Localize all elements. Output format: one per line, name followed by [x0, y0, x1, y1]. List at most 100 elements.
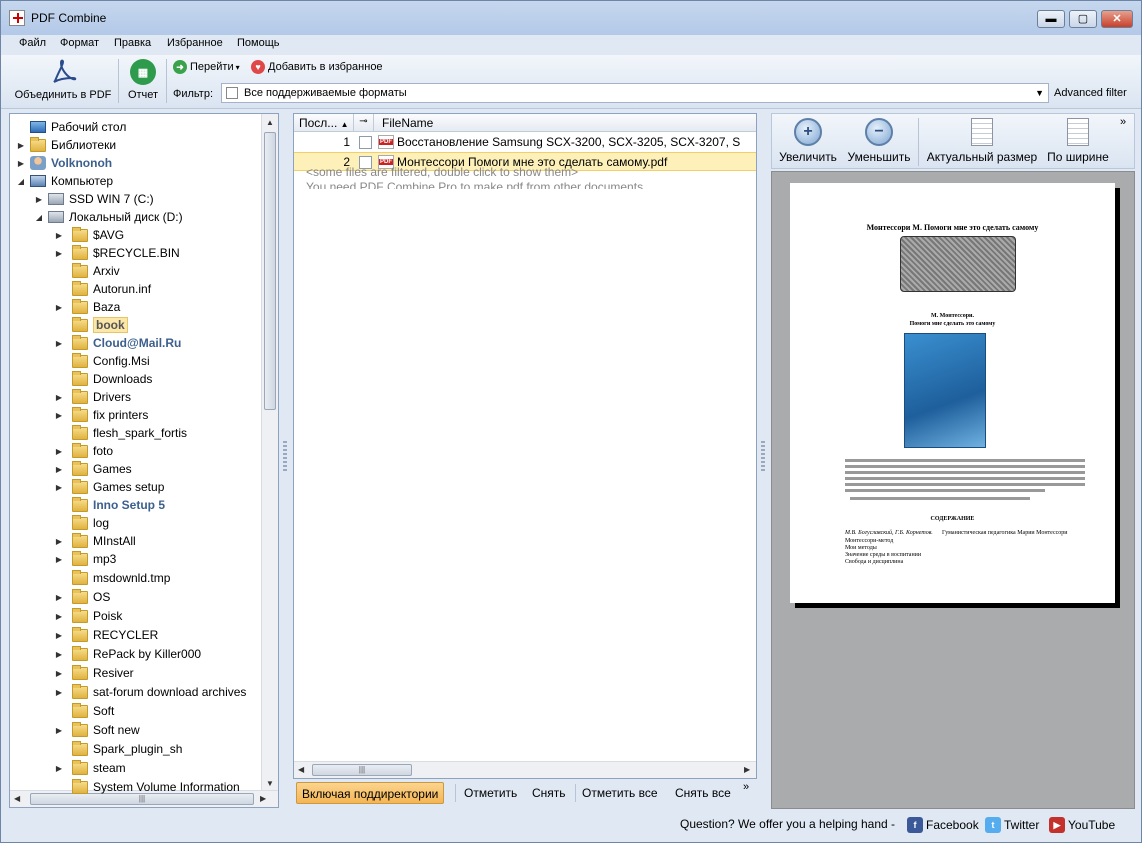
- mark-all-button[interactable]: Отметить все: [577, 782, 663, 804]
- column-filename-header[interactable]: FileName: [382, 116, 433, 130]
- more-chevron-icon[interactable]: »: [1120, 116, 1126, 128]
- folder-item[interactable]: ▶ fix printers: [54, 406, 148, 424]
- column-order-header[interactable]: Посл... ▲: [294, 114, 354, 132]
- tree-vertical-scrollbar[interactable]: ▲ ▼: [261, 114, 278, 790]
- scroll-thumb[interactable]: [264, 132, 276, 410]
- folder-item[interactable]: Soft: [54, 702, 114, 720]
- folder-item[interactable]: ▶ steam: [54, 759, 126, 777]
- add-favorite-button[interactable]: ♥ Добавить в избранное: [251, 60, 383, 74]
- folder-item[interactable]: ▶ Cloud@Mail.Ru: [54, 334, 181, 352]
- folder-item[interactable]: Config.Msi: [54, 352, 150, 370]
- include-subdirs-toggle[interactable]: Включая поддиректории: [296, 782, 445, 804]
- expand-arrow-icon[interactable]: ▶: [54, 764, 64, 773]
- expand-arrow-icon[interactable]: ▶: [54, 411, 64, 420]
- close-button[interactable]: ✕: [1101, 10, 1133, 28]
- left-splitter[interactable]: [283, 441, 287, 471]
- folder-item[interactable]: System Volume Information: [54, 778, 240, 796]
- expand-arrow-icon[interactable]: ▶: [54, 339, 64, 348]
- scroll-left-icon[interactable]: ◀: [298, 765, 304, 774]
- folder-item[interactable]: ▶ RECYCLER: [54, 626, 158, 644]
- expand-arrow-icon[interactable]: ◢: [16, 177, 26, 186]
- expand-arrow-icon[interactable]: ▶: [54, 249, 64, 258]
- expand-arrow-icon[interactable]: ▶: [54, 303, 64, 312]
- folder-item[interactable]: log: [54, 514, 109, 532]
- expand-arrow-icon[interactable]: ▶: [16, 159, 26, 168]
- maximize-button[interactable]: ▢: [1069, 10, 1097, 28]
- folder-item[interactable]: ▶ Baza: [54, 298, 120, 316]
- folder-item[interactable]: flesh_spark_fortis: [54, 424, 187, 442]
- list-horizontal-scrollbar[interactable]: ◀ ||| ▶: [294, 761, 756, 778]
- tree-item[interactable]: ◢ Компьютер: [16, 172, 113, 190]
- expand-arrow-icon[interactable]: ▶: [54, 688, 64, 697]
- file-list[interactable]: Посл... ▲ ⊸ FileName 1 Восстановление Sa…: [293, 113, 757, 779]
- filtered-files-note[interactable]: <some files are filtered, double click t…: [306, 165, 578, 179]
- scroll-right-icon[interactable]: ▶: [744, 765, 750, 774]
- folder-tree[interactable]: ▲ ▼ ◀ ||| ▶ Рабочий стол ▶ Библиотеки ▶ Volk…: [9, 113, 279, 808]
- expand-arrow-icon[interactable]: ▶: [34, 195, 44, 204]
- expand-arrow-icon[interactable]: ▶: [16, 141, 26, 150]
- zoom-in-button[interactable]: + Увеличить: [776, 118, 840, 164]
- folder-item[interactable]: ▶ $AVG: [54, 226, 124, 244]
- unmark-button[interactable]: Снять: [527, 782, 571, 804]
- folder-item[interactable]: Arxiv: [54, 262, 120, 280]
- expand-arrow-icon[interactable]: ▶: [54, 669, 64, 678]
- row-checkbox[interactable]: [359, 136, 372, 149]
- expand-arrow-icon[interactable]: ▶: [54, 631, 64, 640]
- menu-favorites[interactable]: Избранное: [165, 37, 225, 49]
- folder-item[interactable]: msdownld.tmp: [54, 569, 170, 587]
- scroll-thumb[interactable]: |||: [312, 764, 412, 776]
- folder-item[interactable]: ▶ foto: [54, 442, 113, 460]
- minimize-button[interactable]: ▬: [1037, 10, 1065, 28]
- expand-arrow-icon[interactable]: ▶: [54, 612, 64, 621]
- folder-item[interactable]: ▶ Games: [54, 460, 132, 478]
- scroll-down-icon[interactable]: ▼: [266, 779, 274, 788]
- menu-help[interactable]: Помощь: [235, 37, 282, 49]
- facebook-link[interactable]: f Facebook: [907, 817, 979, 833]
- tree-item[interactable]: Рабочий стол: [16, 118, 126, 136]
- scroll-right-icon[interactable]: ▶: [260, 794, 266, 803]
- folder-item[interactable]: ▶ Drivers: [54, 388, 131, 406]
- actual-size-button[interactable]: Актуальный размер: [924, 118, 1040, 164]
- folder-item[interactable]: Downloads: [54, 370, 152, 388]
- table-row[interactable]: 1 Восстановление Samsung SCX-3200, SCX-3…: [294, 133, 756, 152]
- folder-item[interactable]: ▶ MInstAll: [54, 532, 136, 550]
- folder-item[interactable]: ▶ sat-forum download archives: [54, 683, 246, 701]
- more-chevron-icon[interactable]: »: [743, 781, 749, 793]
- expand-arrow-icon[interactable]: ▶: [54, 650, 64, 659]
- expand-arrow-icon[interactable]: ▶: [54, 465, 64, 474]
- folder-item[interactable]: ▶ mp3: [54, 550, 116, 568]
- expand-arrow-icon[interactable]: ▶: [54, 393, 64, 402]
- folder-item[interactable]: Spark_plugin_sh: [54, 740, 182, 758]
- filter-select[interactable]: Все поддерживаемые форматы ▼: [221, 83, 1049, 103]
- tree-item[interactable]: ▶ Volknonoh: [16, 154, 112, 172]
- expand-arrow-icon[interactable]: ▶: [54, 726, 64, 735]
- expand-arrow-icon[interactable]: ◢: [34, 213, 44, 222]
- unmark-all-button[interactable]: Снять все: [670, 782, 736, 804]
- mark-button[interactable]: Отметить: [459, 782, 522, 804]
- preview-area[interactable]: Монтессори М. Помоги мне это сделать сам…: [771, 171, 1135, 809]
- column-pin-header[interactable]: ⊸: [354, 114, 374, 132]
- expand-arrow-icon[interactable]: ▶: [54, 593, 64, 602]
- folder-item[interactable]: ▶ Poisk: [54, 607, 122, 625]
- right-splitter[interactable]: [761, 441, 765, 471]
- folder-item[interactable]: Autorun.inf: [54, 280, 151, 298]
- folder-item[interactable]: book: [54, 316, 128, 334]
- folder-item[interactable]: ▶ OS: [54, 588, 110, 606]
- advanced-filter-link[interactable]: Advanced filter: [1054, 87, 1127, 99]
- expand-arrow-icon[interactable]: ▶: [54, 537, 64, 546]
- folder-item[interactable]: ▶ Resiver: [54, 664, 134, 682]
- expand-arrow-icon[interactable]: ▶: [54, 447, 64, 456]
- folder-item[interactable]: ▶ RePack by Killer000: [54, 645, 201, 663]
- expand-arrow-icon[interactable]: ▶: [54, 231, 64, 240]
- menu-file[interactable]: Файл: [17, 37, 48, 49]
- folder-item[interactable]: Inno Setup 5: [54, 496, 165, 514]
- fit-width-button[interactable]: По ширине: [1044, 118, 1112, 164]
- youtube-link[interactable]: ▶ YouTube: [1049, 817, 1115, 833]
- expand-arrow-icon[interactable]: ▶: [54, 555, 64, 564]
- report-button[interactable]: ▦ Отчет: [123, 59, 163, 101]
- expand-arrow-icon[interactable]: ▶: [54, 483, 64, 492]
- menu-edit[interactable]: Правка: [112, 37, 153, 49]
- folder-item[interactable]: ▶ $RECYCLE.BIN: [54, 244, 180, 262]
- folder-item[interactable]: ▶ Games setup: [54, 478, 164, 496]
- zoom-out-button[interactable]: − Уменьшить: [844, 118, 914, 164]
